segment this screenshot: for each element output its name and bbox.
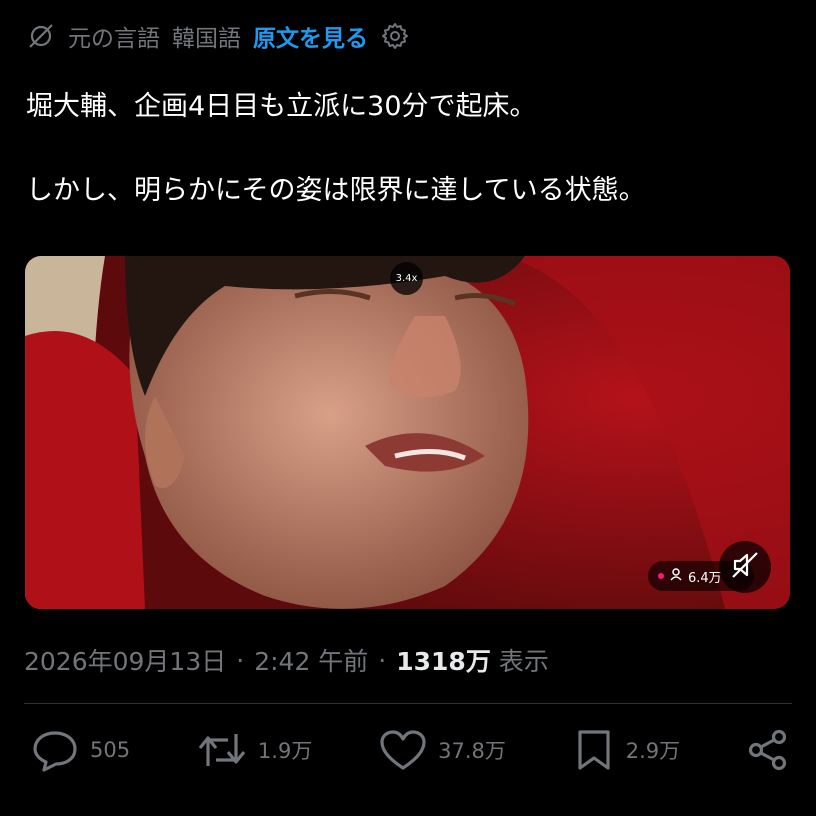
translation-bar: 元の言語 韓国語 原文を見る — [26, 18, 410, 54]
tweet-text: 堀大輔、企画4日目も立派に30分で起床。 しかし、明らかにその姿は限界に達してい… — [26, 86, 796, 212]
tweet-paragraph: しかし、明らかにその姿は限界に達している状態。 — [26, 175, 646, 206]
show-original-link[interactable]: 原文を見る — [253, 19, 368, 53]
globe-slash-icon — [26, 21, 56, 51]
gear-icon[interactable] — [380, 21, 410, 51]
repost-count: 1.9万 — [257, 739, 313, 763]
views-count: 1318万 — [396, 647, 491, 676]
share-icon — [746, 728, 790, 772]
tweet-paragraph: 堀大輔、企画4日目も立派に30分で起床。 — [26, 91, 537, 122]
repost-button[interactable]: 1.9万 — [196, 728, 312, 772]
like-count: 37.8万 — [438, 739, 506, 763]
bookmark-count: 2.9万 — [625, 739, 681, 763]
viewers-count: 6.4万 — [688, 570, 722, 586]
bookmark-icon — [572, 728, 616, 772]
person-icon — [670, 567, 682, 585]
heart-icon — [378, 728, 428, 772]
live-dot-icon — [658, 573, 664, 579]
repost-icon — [196, 728, 248, 772]
divider — [24, 703, 792, 704]
tweet-detail: 元の言語 韓国語 原文を見る 堀大輔、企画4日目も立派に30分で起床。 しかし、… — [0, 0, 816, 816]
meta-separator: · — [378, 645, 387, 675]
speaker-muted-icon — [730, 550, 760, 584]
reply-icon — [30, 728, 80, 772]
post-time[interactable]: 2:42 午前 — [254, 642, 368, 678]
mute-button[interactable] — [719, 541, 771, 593]
share-button[interactable] — [746, 728, 790, 772]
post-date[interactable]: 2026年09月13日 — [24, 642, 226, 678]
video-player[interactable] — [25, 256, 790, 609]
action-bar: 505 1.9万 37.8万 2.9万 — [30, 722, 790, 778]
language-label: 韓国語 — [172, 26, 241, 52]
bookmark-button[interactable]: 2.9万 — [572, 728, 680, 772]
original-language-label: 元の言語 — [68, 26, 160, 52]
like-button[interactable]: 37.8万 — [378, 728, 506, 772]
video-frame — [25, 256, 790, 609]
tweet-meta: 2026年09月13日 · 2:42 午前 · 1318万 表示 — [24, 640, 549, 680]
reply-count: 505 — [90, 738, 131, 762]
reply-button[interactable]: 505 — [30, 728, 130, 772]
views-label: 表示 — [498, 647, 549, 676]
zoom-badge: 3.4x — [390, 262, 423, 295]
meta-separator: · — [236, 645, 245, 675]
